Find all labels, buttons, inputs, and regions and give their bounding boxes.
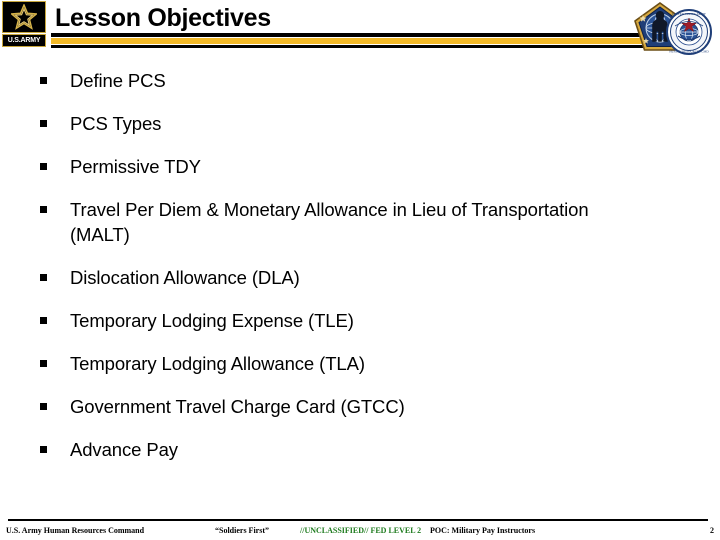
bullet-square-icon <box>38 111 70 136</box>
list-item: Temporary Lodging Expense (TLE) <box>38 308 638 333</box>
slide-footer: U.S. Army Human Resources Command “Soldi… <box>0 524 720 540</box>
list-item-label: Advance Pay <box>70 439 178 460</box>
list-item: Advance Pay <box>38 437 638 462</box>
list-item-label: Temporary Lodging Allowance (TLA) <box>70 353 365 374</box>
us-army-star-logo: U.S.ARMY <box>2 1 48 51</box>
list-item-label: PCS Types <box>70 113 162 134</box>
bullet-square-icon <box>38 308 70 333</box>
divider-gold-bar <box>54 38 662 44</box>
page-number: 2 <box>710 526 714 535</box>
list-item-label: Temporary Lodging Expense (TLE) <box>70 310 354 331</box>
bullet-square-icon <box>38 351 70 376</box>
bullet-square-icon <box>38 68 70 93</box>
list-item: Travel Per Diem & Monetary Allowance in … <box>38 197 638 247</box>
army-wordmark-text: U.S.ARMY <box>7 37 41 44</box>
gold-divider-bar <box>51 33 665 50</box>
classification-marking: //UNCLASSIFIED// FED LEVEL 2 <box>300 526 422 535</box>
footer-organization: U.S. Army Human Resources Command <box>6 526 145 535</box>
bullet-square-icon <box>38 154 70 179</box>
divider-black-bottom <box>51 45 665 48</box>
page-title: Lesson Objectives <box>55 4 271 32</box>
footer-motto: “Soldiers First” <box>215 526 269 535</box>
objectives-list: Define PCS PCS Types Permissive TDY Trav… <box>38 68 638 480</box>
list-item: Permissive TDY <box>38 154 638 179</box>
svg-text:UNITED STATES ARMY: UNITED STATES ARMY <box>672 12 707 16</box>
bullet-square-icon <box>38 197 70 222</box>
bullet-square-icon <box>38 437 70 462</box>
bullet-square-icon <box>38 394 70 419</box>
list-item: Government Travel Charge Card (GTCC) <box>38 394 638 419</box>
list-item-label: Government Travel Charge Card (GTCC) <box>70 396 405 417</box>
hrc-circular-seal: UNITED STATES ARMY HUMAN RESOURCES CMD <box>666 9 712 55</box>
list-item: Define PCS <box>38 68 638 93</box>
svg-text:HUMAN RESOURCES CMD: HUMAN RESOURCES CMD <box>669 50 709 54</box>
army-star-box <box>2 1 46 33</box>
slide-canvas: U.S.ARMY Lesson Objectives UNITED STATES… <box>0 0 720 540</box>
hrc-emblem-group: UNITED STATES ARMY HUMAN RESOURCES CMD <box>630 0 720 62</box>
list-item: Temporary Lodging Allowance (TLA) <box>38 351 638 376</box>
star-icon <box>11 4 37 30</box>
list-item-label: Dislocation Allowance (DLA) <box>70 267 300 288</box>
list-item: Dislocation Allowance (DLA) <box>38 265 638 290</box>
army-wordmark-box: U.S.ARMY <box>2 34 46 47</box>
list-item-label: Permissive TDY <box>70 156 201 177</box>
footer-poc: POC: Military Pay Instructors <box>430 526 536 535</box>
bullet-square-icon <box>38 265 70 290</box>
footer-divider <box>8 519 708 521</box>
list-item: PCS Types <box>38 111 638 136</box>
list-item-label: Travel Per Diem & Monetary Allowance in … <box>70 199 589 245</box>
list-item-label: Define PCS <box>70 70 166 91</box>
divider-black-top <box>51 33 665 37</box>
slide-header: U.S.ARMY Lesson Objectives UNITED STATES… <box>0 0 720 58</box>
